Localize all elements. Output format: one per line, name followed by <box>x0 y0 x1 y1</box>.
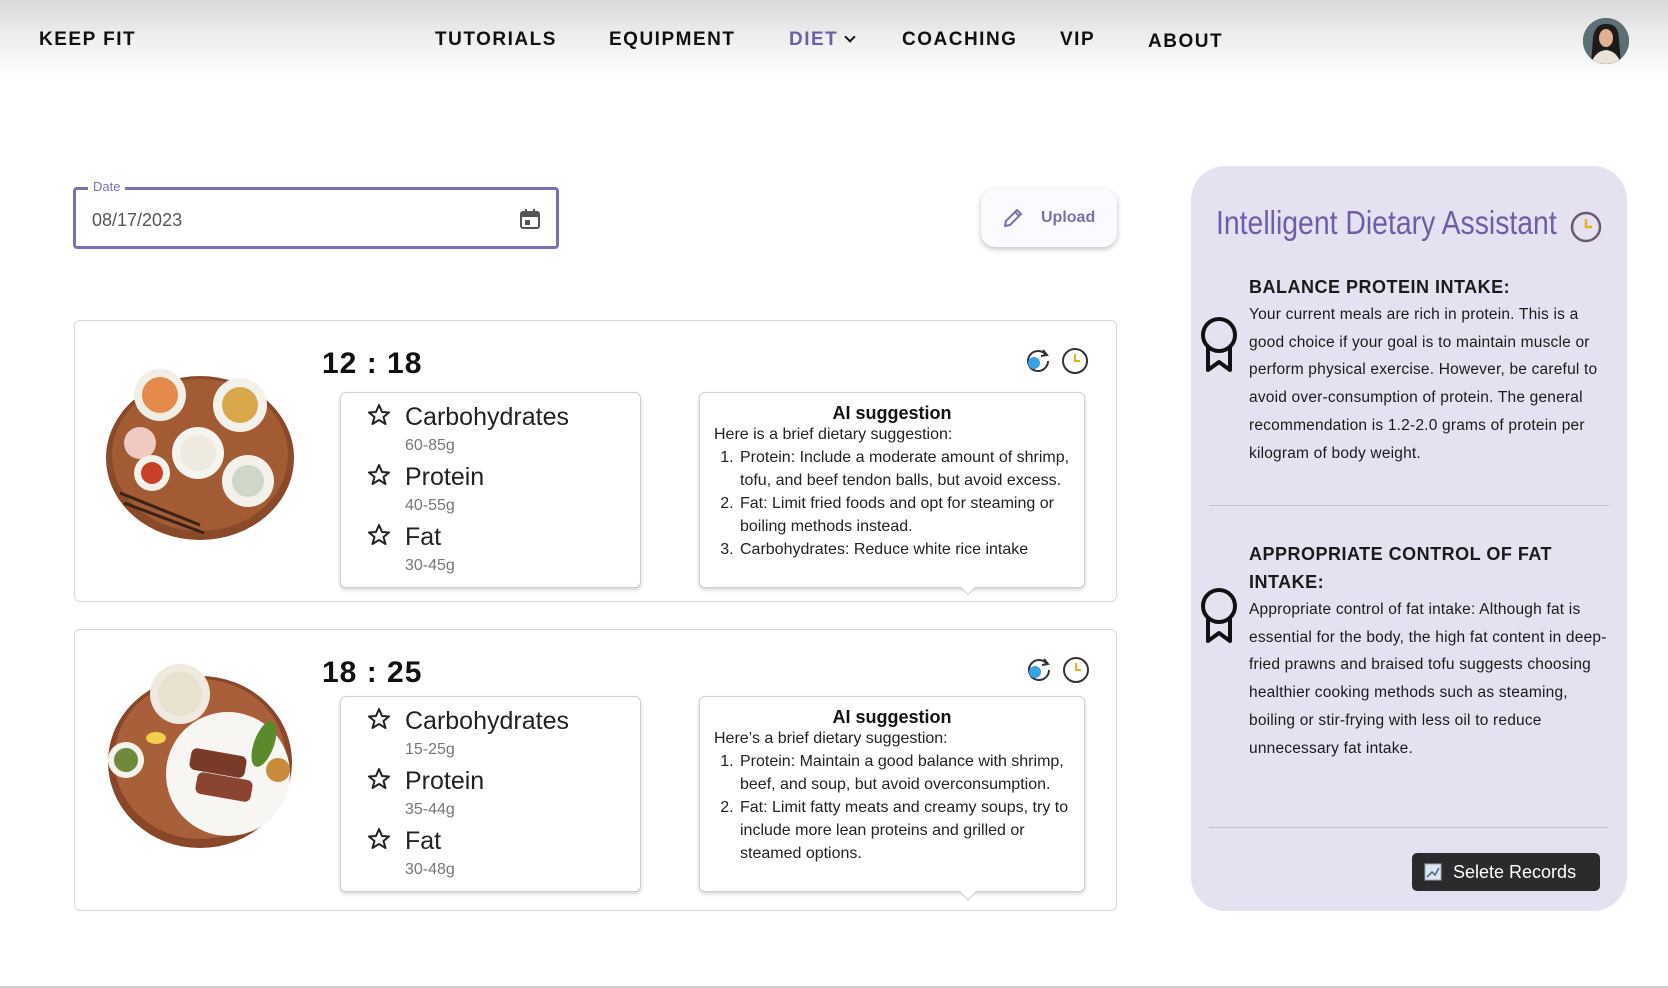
nutrient-name: Protein <box>405 767 485 795</box>
nutrient-range: 30-48g <box>405 861 455 878</box>
nav-diet-label: DIET <box>789 29 839 50</box>
top-navbar: KEEP FIT TUTORIALS EQUIPMENT DIET COACHI… <box>0 0 1668 82</box>
nutrient-name: Fat <box>405 523 442 551</box>
tip-body: Your current meals are rich in protein. … <box>1249 306 1598 462</box>
ai-suggestion-title: AI suggestion <box>832 707 952 727</box>
select-records-label: Selete Records <box>1453 862 1577 882</box>
meal-card: 12 : 18 Carbohydrates 60-85g Protein 40-… <box>74 320 1117 602</box>
nutrient-name: Carbohydrates <box>405 403 569 431</box>
meal-time: 12 : 18 <box>322 347 423 380</box>
dietary-assistant-panel: Intelligent Dietary Assistant BALANCE PR… <box>1191 166 1627 911</box>
ai-suggestion-panel: AI suggestion Here’s a brief dietary sug… <box>699 696 1085 892</box>
ai-suggestion-list: Protein: Maintain a good balance with sh… <box>738 750 1074 865</box>
nutrient-range: 60-85g <box>405 437 455 454</box>
ai-suggestion-item: Protein: Maintain a good balance with sh… <box>738 750 1074 796</box>
nutrient-range: 40-55g <box>405 497 455 514</box>
nutrient-range: 35-44g <box>405 801 455 818</box>
ai-suggestion-item: Fat: Limit fried foods and opt for steam… <box>738 492 1074 538</box>
user-avatar[interactable] <box>1583 18 1629 64</box>
divider <box>1209 505 1609 506</box>
ai-suggestion-item: Protein: Include a moderate amount of sh… <box>738 446 1074 492</box>
tip-fat: APPROPRIATE CONTROL OF FAT INTAKE: Appro… <box>1249 540 1609 762</box>
ai-suggestion-title: AI suggestion <box>832 403 952 423</box>
chart-icon <box>1424 863 1442 881</box>
nutrient-range: 30-45g <box>405 557 455 574</box>
date-field-label: Date <box>88 179 126 194</box>
nav-tutorials[interactable]: TUTORIALS <box>435 29 557 51</box>
nutrient-range: 15-25g <box>405 741 455 758</box>
meal-time: 18 : 25 <box>322 656 423 689</box>
nav-diet[interactable]: DIET <box>789 29 856 51</box>
star-icon[interactable] <box>367 827 391 851</box>
ai-suggestion-item: Carbohydrates: Reduce white rice intake <box>738 538 1074 561</box>
upload-button[interactable]: Upload <box>981 189 1117 247</box>
ai-suggestion-intro: Here’s a brief dietary suggestion: <box>714 730 948 747</box>
star-icon[interactable] <box>367 707 391 731</box>
nutrient-name: Protein <box>405 463 485 491</box>
date-value[interactable]: 08/17/2023 <box>92 210 182 231</box>
refresh-icon[interactable] <box>1024 347 1052 375</box>
chevron-down-icon <box>844 31 856 43</box>
star-icon[interactable] <box>367 523 391 547</box>
ai-suggestion-item: Fat: Limit fatty meats and creamy soups,… <box>738 796 1074 865</box>
star-icon[interactable] <box>367 767 391 791</box>
calendar-icon[interactable] <box>518 207 542 231</box>
nav-vip[interactable]: VIP <box>1060 29 1095 51</box>
assistant-title: Intelligent Dietary Assistant <box>1216 204 1557 241</box>
tip-protein: BALANCE PROTEIN INTAKE: Your current mea… <box>1249 273 1609 467</box>
tip-heading: BALANCE PROTEIN INTAKE: <box>1249 277 1511 297</box>
meal-photo <box>100 343 304 555</box>
star-icon[interactable] <box>367 463 391 487</box>
nutrient-panel: Carbohydrates 15-25g Protein 35-44g Fat … <box>340 696 641 892</box>
tip-body: Appropriate control of fat intake: Altho… <box>1249 601 1607 757</box>
ai-suggestion-intro: Here is a brief dietary suggestion: <box>714 426 953 443</box>
nutrient-name: Fat <box>405 827 442 855</box>
tip-heading: APPROPRIATE CONTROL OF FAT INTAKE: <box>1249 544 1553 592</box>
meal-card: 18 : 25 Carbohydrates 15-25g Protein 35-… <box>74 629 1117 911</box>
select-records-button[interactable]: Selete Records <box>1412 853 1600 891</box>
award-ribbon-icon <box>1201 317 1237 372</box>
nav-equipment[interactable]: EQUIPMENT <box>609 29 735 51</box>
refresh-icon[interactable] <box>1025 656 1053 684</box>
clock-icon[interactable] <box>1061 347 1089 375</box>
divider <box>1209 827 1609 828</box>
award-ribbon-icon <box>1201 588 1237 643</box>
brand-logo[interactable]: KEEP FIT <box>39 29 136 51</box>
upload-label: Upload <box>1041 209 1096 226</box>
nutrient-name: Carbohydrates <box>405 707 569 735</box>
ai-suggestion-list: Protein: Include a moderate amount of sh… <box>738 446 1074 561</box>
nav-about[interactable]: ABOUT <box>1148 31 1223 53</box>
clock-icon[interactable] <box>1569 210 1603 244</box>
star-icon[interactable] <box>367 403 391 427</box>
nutrient-panel: Carbohydrates 60-85g Protein 40-55g Fat … <box>340 392 641 588</box>
ai-suggestion-panel: AI suggestion Here is a brief dietary su… <box>699 392 1085 588</box>
meal-photo <box>100 652 304 864</box>
date-field[interactable]: Date 08/17/2023 <box>73 179 559 249</box>
clock-icon[interactable] <box>1062 656 1090 684</box>
pencil-icon <box>1004 209 1022 227</box>
nav-coaching[interactable]: COACHING <box>902 29 1017 51</box>
